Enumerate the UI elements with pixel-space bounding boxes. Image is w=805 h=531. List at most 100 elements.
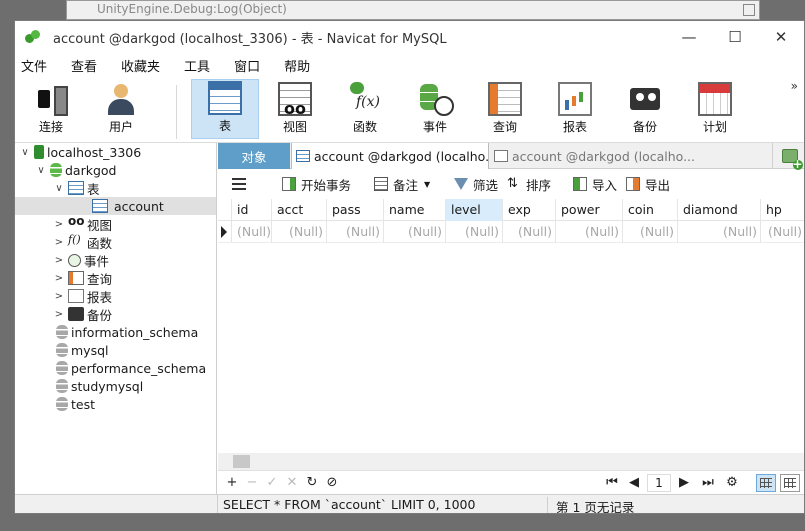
expand-toggle-icon[interactable]: ∨ bbox=[53, 183, 65, 194]
menu-file[interactable]: 文件 bbox=[15, 56, 59, 75]
tree-node-localhost[interactable]: ∨ localhost_3306 bbox=[15, 143, 216, 161]
column-header[interactable]: name bbox=[384, 199, 446, 221]
grid-cell[interactable]: (Null) bbox=[503, 221, 556, 243]
connect-button[interactable]: 连接 bbox=[17, 79, 85, 139]
tree-node-label: 备份 bbox=[87, 307, 113, 323]
query-button[interactable]: 查询 bbox=[471, 79, 539, 139]
tree-node-account[interactable]: account bbox=[15, 197, 216, 215]
stop-button[interactable]: ⊘ bbox=[324, 475, 340, 491]
column-header[interactable]: exp bbox=[503, 199, 556, 221]
settings-gear-icon[interactable]: ⚙ bbox=[724, 475, 740, 491]
grid-cell[interactable]: (Null) bbox=[556, 221, 623, 243]
table-row[interactable]: (Null) (Null) (Null) (Null) (Null) (Null… bbox=[218, 221, 804, 243]
menu-help[interactable]: 帮助 bbox=[278, 56, 322, 75]
tree-node-backups[interactable]: > 备份 bbox=[15, 305, 216, 323]
event-icon bbox=[68, 253, 81, 267]
export-button[interactable]: 导出 bbox=[626, 170, 670, 198]
tree-node-darkgod[interactable]: ∨ darkgod bbox=[15, 161, 216, 179]
tab-account-design[interactable]: account @darkgod (localho... bbox=[490, 143, 740, 169]
next-page-button[interactable]: ▶ bbox=[676, 475, 692, 491]
expand-toggle-icon[interactable]: > bbox=[53, 291, 65, 302]
backup-button[interactable]: 备份 bbox=[611, 79, 679, 139]
filter-icon bbox=[454, 178, 468, 190]
menu-tools[interactable]: 工具 bbox=[178, 56, 222, 75]
tree-node-tables[interactable]: ∨ 表 bbox=[15, 179, 216, 197]
grid-menu-button[interactable] bbox=[232, 170, 246, 198]
table-button[interactable]: 表 bbox=[191, 79, 259, 139]
tree-node-test[interactable]: test bbox=[15, 395, 216, 413]
menu-favorites[interactable]: 收藏夹 bbox=[115, 56, 172, 75]
first-page-button[interactable]: ⏮ bbox=[604, 475, 620, 491]
expand-toggle-icon[interactable]: ∨ bbox=[35, 165, 47, 176]
maximize-button[interactable]: ☐ bbox=[712, 21, 758, 53]
sort-button[interactable]: ⇅ 排序 bbox=[507, 170, 551, 198]
expand-toggle-icon[interactable]: > bbox=[53, 237, 65, 248]
expand-toggle-icon[interactable]: > bbox=[53, 273, 65, 284]
apply-changes-button[interactable]: ✓ bbox=[264, 475, 280, 491]
memo-button[interactable]: 备注 ▼ bbox=[374, 170, 430, 198]
add-record-button[interactable]: + bbox=[224, 475, 240, 491]
previous-page-button[interactable]: ◀ bbox=[626, 475, 642, 491]
form-view-toggle[interactable] bbox=[780, 474, 800, 492]
menu-view[interactable]: 查看 bbox=[65, 56, 109, 75]
tree-node-performance-schema[interactable]: performance_schema bbox=[15, 359, 216, 377]
column-header[interactable]: pass bbox=[327, 199, 384, 221]
tree-node-events[interactable]: > 事件 bbox=[15, 251, 216, 269]
grid-cell[interactable]: (Null) bbox=[761, 221, 804, 243]
expand-toggle-icon[interactable]: > bbox=[53, 219, 65, 230]
filter-button[interactable]: 筛选 bbox=[454, 170, 498, 198]
tree-node-information-schema[interactable]: information_schema bbox=[15, 323, 216, 341]
view-button[interactable]: 视图 bbox=[261, 79, 329, 139]
tree-node-reports[interactable]: > 报表 bbox=[15, 287, 216, 305]
new-tab-button[interactable] bbox=[772, 143, 804, 170]
horizontal-scrollbar[interactable] bbox=[218, 453, 804, 470]
backup-icon bbox=[68, 307, 84, 321]
grid-view-toggle[interactable] bbox=[756, 474, 776, 492]
grid-cell[interactable]: (Null) bbox=[232, 221, 272, 243]
event-button[interactable]: 事件 bbox=[401, 79, 469, 139]
column-header[interactable]: coin bbox=[623, 199, 678, 221]
tree-node-queries[interactable]: > 查询 bbox=[15, 269, 216, 287]
column-header[interactable]: level bbox=[446, 199, 503, 221]
grid-cell[interactable]: (Null) bbox=[446, 221, 503, 243]
function-button[interactable]: 函数 bbox=[331, 79, 399, 139]
tab-objects[interactable]: 对象 bbox=[218, 143, 290, 169]
begin-transaction-button[interactable]: 开始事务 bbox=[282, 170, 351, 198]
schedule-button[interactable]: 计划 bbox=[681, 79, 749, 139]
refresh-button[interactable]: ↻ bbox=[304, 475, 320, 491]
tree-node-studymysql[interactable]: studymysql bbox=[15, 377, 216, 395]
expand-toggle-icon[interactable]: > bbox=[53, 309, 65, 320]
report-button[interactable]: 报表 bbox=[541, 79, 609, 139]
memo-dropdown-icon[interactable]: ▼ bbox=[424, 180, 430, 189]
tree-node-functions[interactable]: > 函数 bbox=[15, 233, 216, 251]
grid-cell[interactable]: (Null) bbox=[678, 221, 761, 243]
grid-cell[interactable]: (Null) bbox=[327, 221, 384, 243]
tab-account-data[interactable]: account @darkgod (localho... bbox=[291, 143, 489, 169]
background-window: UnityEngine.Debug:Log(Object) bbox=[66, 0, 760, 20]
scrollbar-thumb[interactable] bbox=[233, 455, 250, 468]
grid-cell[interactable]: (Null) bbox=[623, 221, 678, 243]
grid-cell[interactable]: (Null) bbox=[272, 221, 327, 243]
column-header[interactable]: hp bbox=[761, 199, 804, 221]
expand-toggle-icon[interactable]: ∨ bbox=[19, 147, 31, 158]
menu-window[interactable]: 窗口 bbox=[228, 56, 272, 75]
schedule-icon bbox=[698, 82, 732, 116]
close-button[interactable]: ✕ bbox=[758, 21, 804, 53]
user-button[interactable]: 用户 bbox=[87, 79, 155, 139]
page-number-input[interactable]: 1 bbox=[647, 474, 671, 492]
tree-node-views[interactable]: > 视图 bbox=[15, 214, 216, 233]
discard-changes-button[interactable]: ✕ bbox=[284, 475, 300, 491]
column-header[interactable]: power bbox=[556, 199, 623, 221]
last-page-button[interactable]: ⏭ bbox=[700, 475, 716, 491]
expand-toggle-icon[interactable]: > bbox=[53, 255, 65, 266]
column-header[interactable]: acct bbox=[272, 199, 327, 221]
grid-cell[interactable]: (Null) bbox=[384, 221, 446, 243]
tree-node-mysql[interactable]: mysql bbox=[15, 341, 216, 359]
delete-record-button[interactable]: − bbox=[244, 475, 260, 491]
import-button[interactable]: 导入 bbox=[573, 170, 617, 198]
minimize-button[interactable]: — bbox=[666, 21, 712, 53]
column-header[interactable]: diamond bbox=[678, 199, 761, 221]
toolbar-overflow-button[interactable]: » bbox=[791, 79, 798, 93]
schedule-label: 计划 bbox=[702, 120, 727, 134]
column-header[interactable]: id bbox=[232, 199, 272, 221]
